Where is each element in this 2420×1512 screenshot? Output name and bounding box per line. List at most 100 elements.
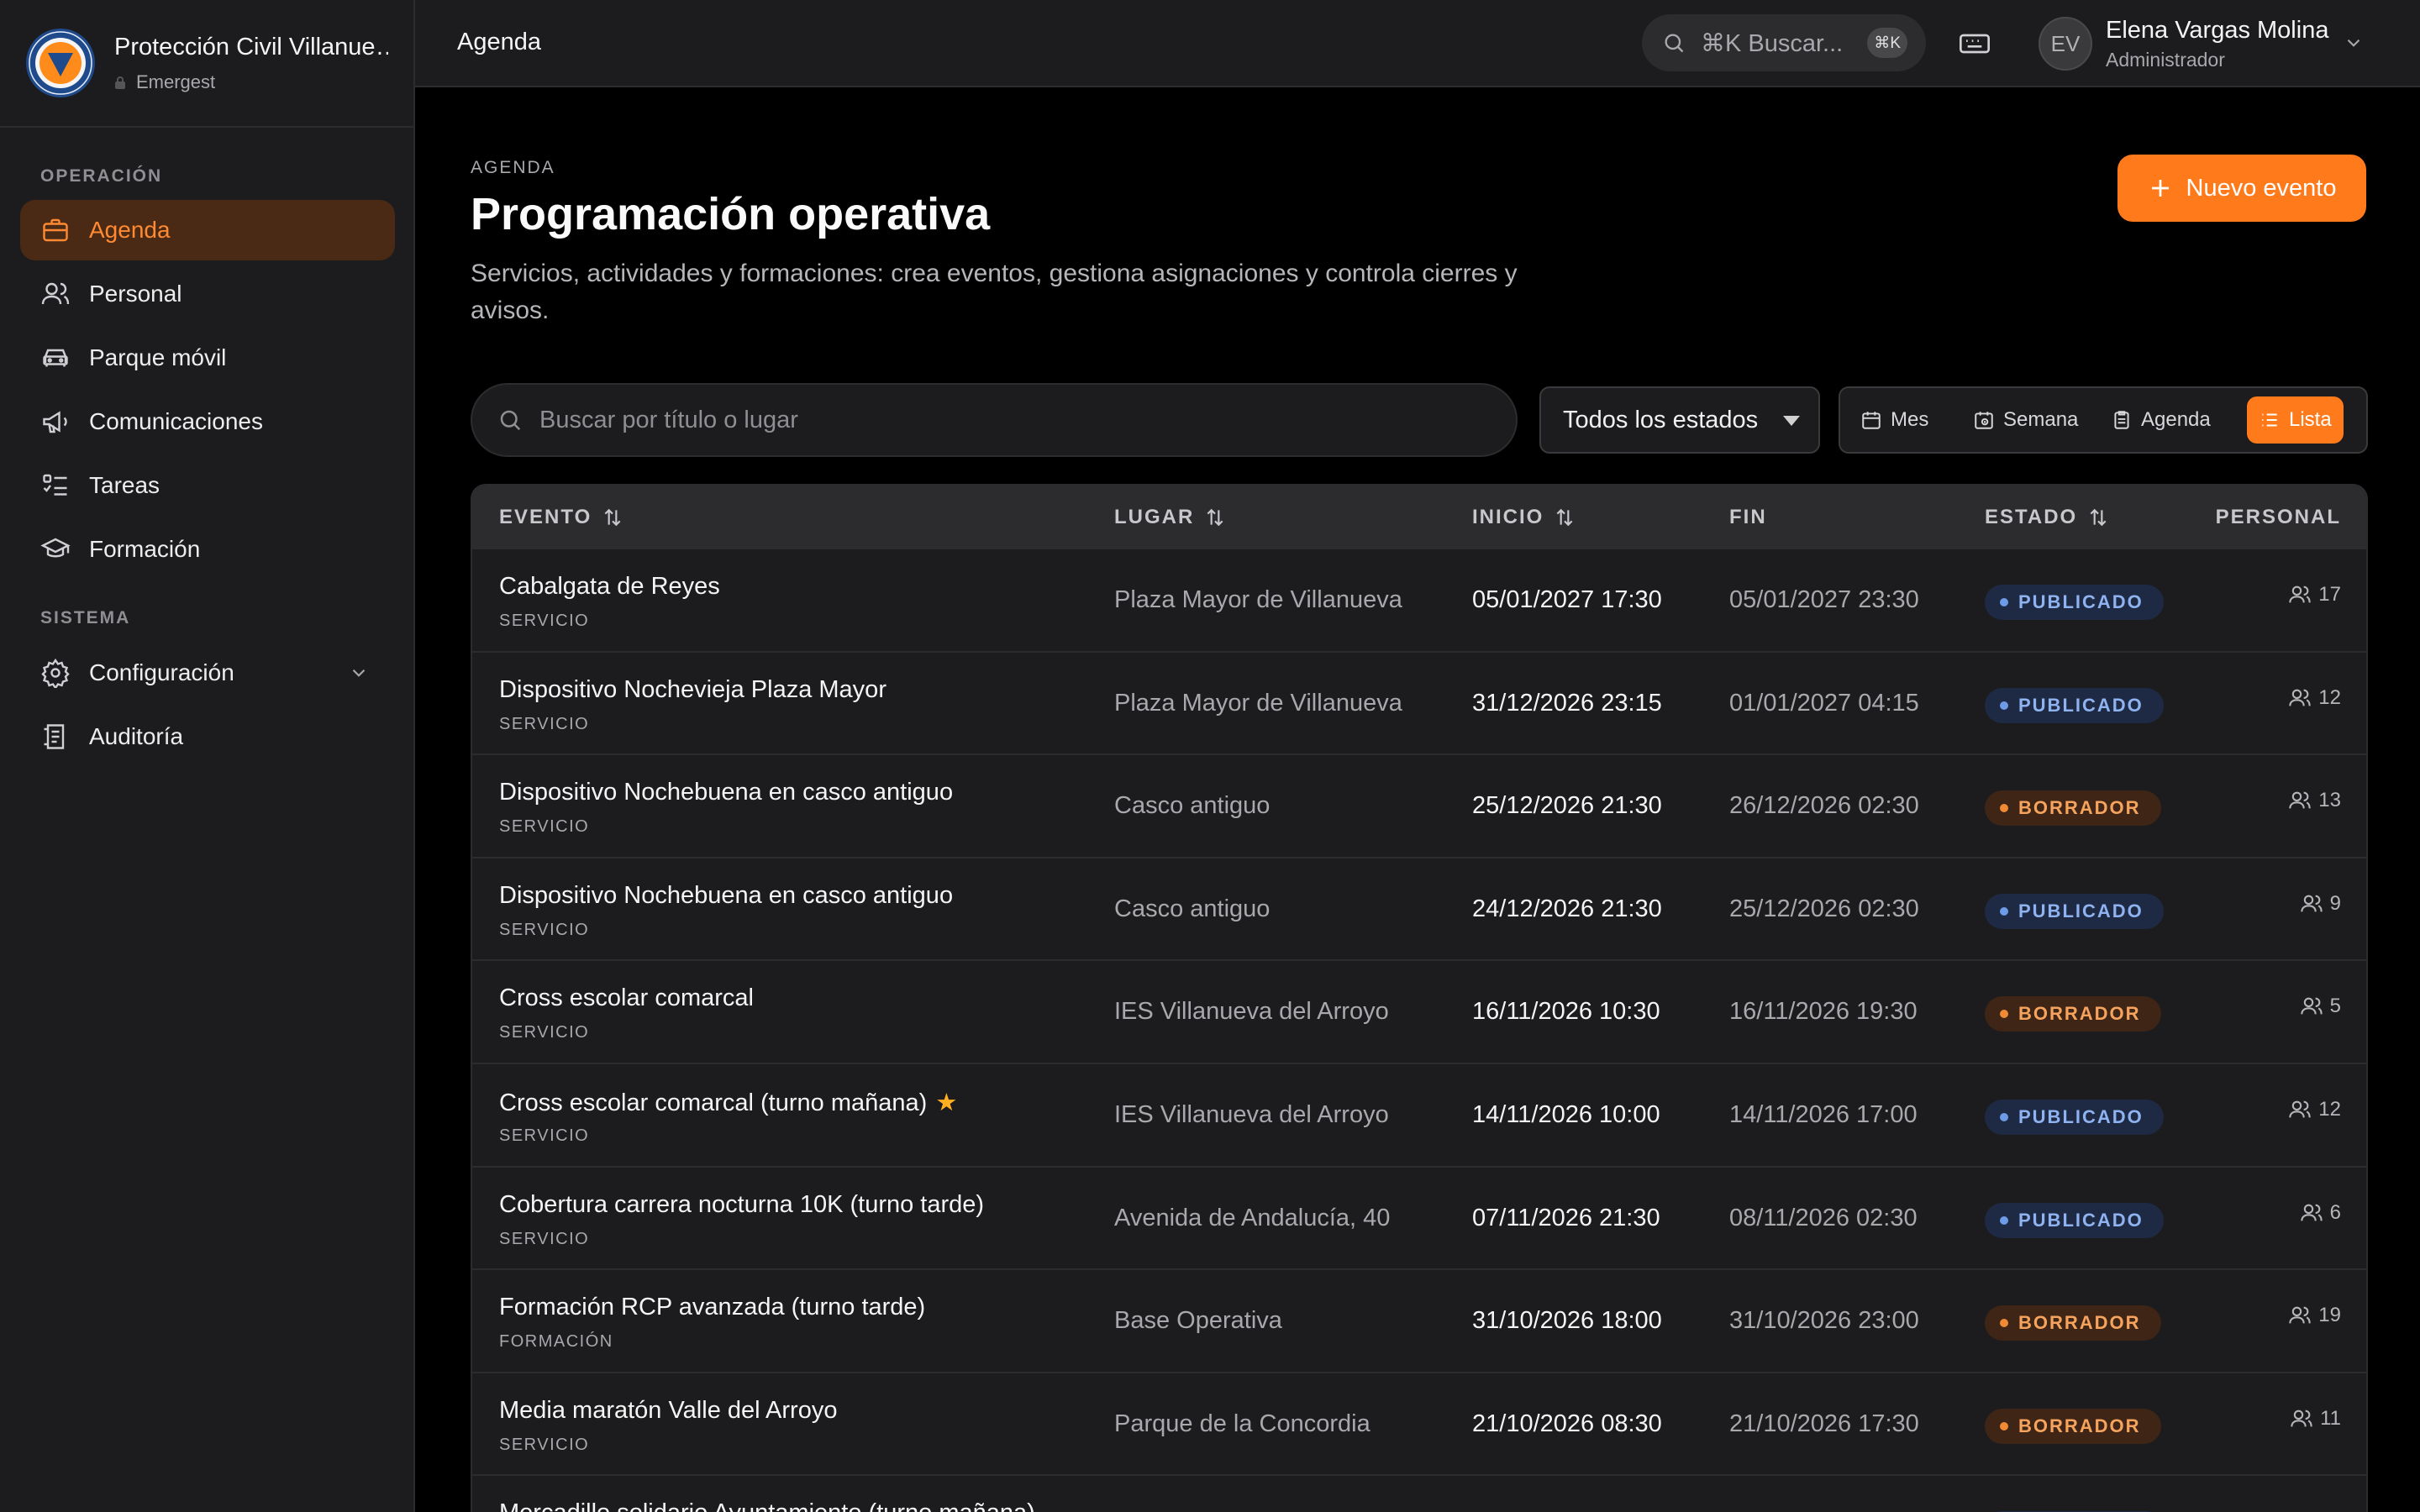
table-row[interactable]: Dispositivo Nochevieja Plaza Mayor SERVIC… (472, 650, 2366, 753)
status-badge: BORRADOR (1985, 996, 2161, 1032)
sidebar-item-label: Parque móvil (89, 344, 227, 370)
status-dot (2000, 906, 2008, 916)
event-title[interactable]: Media maratón Valle del Arroyo (499, 1397, 837, 1425)
view-lista-button[interactable]: Lista (2247, 396, 2344, 444)
table-row[interactable]: Dispositivo Nochebuena en casco antiguo S… (472, 856, 2366, 959)
sidebar-item-formacion[interactable]: Formación (20, 519, 395, 580)
view-label: Mes (1891, 408, 1929, 431)
table-row[interactable]: Cross escolar comarcal (turno mañana) ★ SE… (472, 1063, 2366, 1165)
event-title[interactable]: Dispositivo Nochebuena en casco antiguo (499, 882, 953, 910)
event-title[interactable]: Cross escolar comarcal (turno mañana) ★ (499, 1088, 957, 1117)
keyboard-icon[interactable] (1958, 27, 1991, 60)
event-title[interactable]: Formación RCP avanzada (turno tarde) (499, 1294, 925, 1321)
staff-count: 5 (2300, 995, 2341, 1018)
column-label: INICIO (1472, 506, 1544, 528)
event-title[interactable]: Mercadillo solidario Ayuntamiento (turno… (499, 1499, 1035, 1512)
event-place: Plaza Mayor de Villanueva (1114, 689, 1402, 717)
event-end: 14/11/2026 17:00 (1729, 1101, 1918, 1128)
users-icon (2291, 1410, 2312, 1427)
table-row[interactable]: Media maratón Valle del Arroyo SERVICIO Pa… (472, 1371, 2366, 1474)
staff-count-value: 6 (2329, 1200, 2341, 1224)
staff-count: 12 (2288, 686, 2341, 710)
event-place: Base Operativa (1114, 1307, 1282, 1335)
page-description: Servicios, actividades y formaciones: cr… (471, 260, 1518, 324)
column-header-lugar[interactable]: LUGAR (1114, 506, 1226, 529)
briefcase-icon (43, 218, 68, 242)
event-title[interactable]: Dispositivo Nochevieja Plaza Mayor (499, 676, 886, 704)
star-icon: ★ (935, 1089, 958, 1116)
users-icon (2300, 895, 2323, 912)
staff-count: 13 (2288, 789, 2341, 812)
table-row[interactable]: Mercadillo solidario Ayuntamiento (turno… (472, 1474, 2366, 1512)
event-search-placeholder: Buscar por título o lugar (539, 406, 798, 433)
view-label: Agenda (2141, 408, 2211, 431)
list-icon (2262, 413, 2277, 427)
status-badge: PUBLICADO (1985, 585, 2164, 620)
sidebar-item-configuracion[interactable]: Configuración (20, 643, 395, 703)
staff-count: 12 (2288, 1098, 2341, 1121)
global-search[interactable]: ⌘K Buscar... ⌘K (1642, 14, 1926, 71)
table-row[interactable]: Cobertura carrera nocturna 10K (turno ta… (472, 1165, 2366, 1268)
sidebar-item-comunicaciones[interactable]: Comunicaciones (20, 391, 395, 452)
event-title-text: Cabalgata de Reyes (499, 573, 720, 600)
table-row[interactable]: Cabalgata de Reyes SERVICIO Plaza Mayor de… (472, 548, 2366, 650)
clipboard-icon (2114, 411, 2129, 429)
event-title[interactable]: Cabalgata de Reyes (499, 573, 720, 601)
event-start: 21/10/2026 08:30 (1472, 1410, 1662, 1437)
status-label: BORRADOR (2018, 1003, 2141, 1025)
sidebar-item-auditoria[interactable]: Auditoría (20, 706, 395, 767)
table-row[interactable]: Cross escolar comarcal SERVICIO IES Villan… (472, 959, 2366, 1063)
event-title-text: Dispositivo Nochebuena en casco antiguo (499, 779, 954, 806)
status-label: PUBLICADO (2018, 1106, 2144, 1127)
sidebar-item-tareas[interactable]: Tareas (20, 455, 395, 516)
event-type: SERVICIO (499, 1023, 590, 1042)
sidebar-item-parque-movil[interactable]: Parque móvil (20, 328, 395, 388)
event-start: 24/12/2026 21:30 (1472, 895, 1662, 922)
sidebar-item-agenda[interactable]: Agenda (20, 200, 395, 260)
event-type: FORMACIÓN (499, 1332, 613, 1352)
event-title-text: Formación RCP avanzada (turno tarde) (499, 1294, 926, 1321)
view-mes-button[interactable]: Mes (1849, 396, 1940, 444)
car-icon (43, 349, 68, 367)
gear-icon (41, 658, 70, 688)
event-search-input[interactable]: Buscar por título o lugar (471, 383, 1518, 457)
sidebar-item-personal[interactable]: Personal (20, 264, 395, 324)
column-header-evento[interactable]: EVENTO (499, 506, 623, 529)
calendar-icon (1862, 412, 1881, 429)
status-dot (2000, 598, 2008, 606)
users-icon (2289, 791, 2312, 809)
column-header-inicio[interactable]: INICIO (1472, 506, 1576, 529)
global-search-placeholder: ⌘K Buscar... (1701, 29, 1844, 57)
table-row[interactable]: Formación RCP avanzada (turno tarde) FORM… (472, 1268, 2366, 1372)
brand-header[interactable]: Protección Civil Villanueva del Arroyo E… (0, 0, 413, 128)
user-name[interactable]: Elena Vargas Molina (2106, 17, 2328, 45)
view-semana-button[interactable]: Semana (1961, 396, 2090, 444)
event-title[interactable]: Cross escolar comarcal (499, 984, 754, 1012)
chevron-down-icon[interactable] (2343, 32, 2365, 54)
status-filter-select[interactable]: Todos los estados (1539, 386, 1820, 454)
staff-count-value: 12 (2318, 1098, 2341, 1121)
view-agenda-button[interactable]: Agenda (2099, 396, 2223, 444)
view-label: Lista (2289, 408, 2332, 431)
view-label: Semana (2003, 408, 2079, 431)
event-type: SERVICIO (499, 817, 590, 837)
sidebar-item-label: Personal (89, 281, 182, 307)
status-badge: PUBLICADO (1985, 687, 2164, 723)
shortcut-badge: ⌘K (1867, 28, 1907, 58)
event-place: IES Villanueva del Arroyo (1114, 998, 1389, 1026)
new-event-button[interactable]: Nuevo evento (2118, 155, 2366, 222)
event-title[interactable]: Dispositivo Nochebuena en casco antiguo (499, 779, 953, 806)
staff-count-value: 5 (2329, 995, 2341, 1018)
status-label: PUBLICADO (2018, 900, 2144, 921)
staff-count: 19 (2288, 1304, 2341, 1327)
caret-down-icon (1783, 416, 1800, 426)
table-row[interactable]: Dispositivo Nochebuena en casco antiguo S… (472, 753, 2366, 857)
avatar[interactable]: EV (2039, 17, 2092, 71)
civil-protection-logo (26, 29, 95, 97)
users-icon (2300, 998, 2323, 1015)
sidebar-item-label: Tareas (89, 472, 160, 498)
event-title[interactable]: Cobertura carrera nocturna 10K (turno ta… (499, 1191, 984, 1219)
chevron-down-icon[interactable] (348, 662, 370, 684)
staff-count: 6 (2300, 1201, 2341, 1225)
column-header-estado[interactable]: ESTADO (1985, 506, 2109, 529)
